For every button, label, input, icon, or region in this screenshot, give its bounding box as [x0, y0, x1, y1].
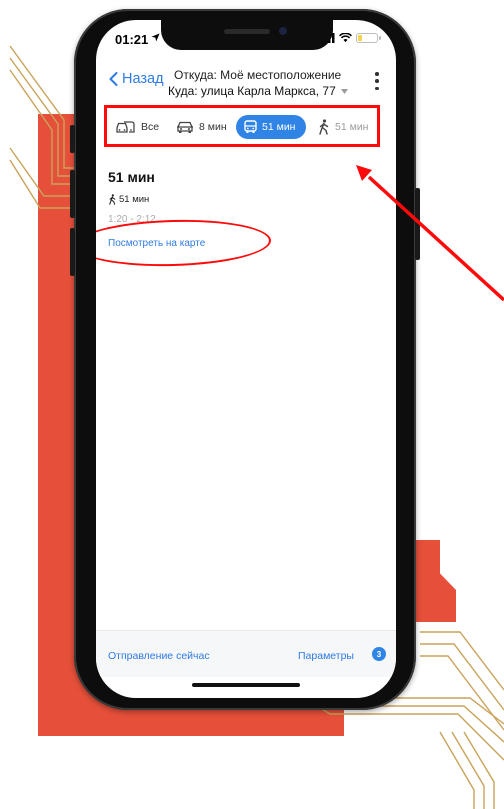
- car-transit-icon: [116, 121, 135, 133]
- car-icon: [177, 121, 193, 133]
- front-camera: [279, 27, 287, 35]
- home-indicator: [192, 683, 300, 687]
- tab-transit[interactable]: 51 мин: [236, 115, 306, 139]
- back-label: Назад: [122, 71, 164, 87]
- location-arrow-icon: [151, 33, 160, 42]
- route-walk-segment: 51 мин: [108, 194, 149, 205]
- back-button[interactable]: Назад: [109, 71, 164, 87]
- app-screen: 01:21 Назад Откуда: Моё местоположение К…: [96, 20, 396, 698]
- map-link-highlight-ellipse: [96, 217, 272, 269]
- tab-all-label: Все: [141, 121, 160, 133]
- phone-power-button: [415, 188, 420, 260]
- battery-icon: [356, 33, 381, 43]
- parameters-button[interactable]: Параметры: [298, 650, 354, 662]
- tab-car-label: 8 мин: [199, 121, 227, 133]
- route-from[interactable]: Откуда: Моё местоположение: [174, 68, 341, 82]
- phone-volume-up-button: [70, 170, 75, 218]
- chevron-left-icon: [109, 72, 118, 86]
- phone-side-button: [70, 125, 75, 153]
- route-to[interactable]: Куда: улица Карла Маркса, 77: [168, 84, 348, 98]
- tab-walk[interactable]: 51 мин: [318, 115, 368, 139]
- route-walk-time: 51 мин: [119, 194, 150, 205]
- tab-all[interactable]: Все: [116, 115, 159, 139]
- tab-car[interactable]: 8 мин: [176, 115, 227, 139]
- speaker-grille: [224, 29, 270, 34]
- walk-icon: [109, 194, 116, 205]
- caret-down-icon: [340, 88, 348, 94]
- status-time: 01:21: [115, 32, 149, 47]
- tab-walk-label: 51 мин: [335, 121, 369, 133]
- phone-volume-down-button: [70, 228, 75, 276]
- bus-icon: [244, 120, 257, 133]
- battery-level: [358, 35, 363, 41]
- route-to-label: Куда: улица Карла Маркса, 77: [168, 84, 336, 98]
- walk-icon: [319, 119, 329, 135]
- tab-transit-label: 51 мин: [262, 121, 296, 133]
- wifi-icon: [339, 33, 352, 43]
- departure-time-button[interactable]: Отправление сейчас: [108, 650, 210, 662]
- route-duration: 51 мин: [108, 169, 155, 185]
- more-options-icon[interactable]: [374, 72, 380, 90]
- phone-notch: [161, 20, 333, 50]
- parameters-count-badge: 3: [372, 647, 386, 661]
